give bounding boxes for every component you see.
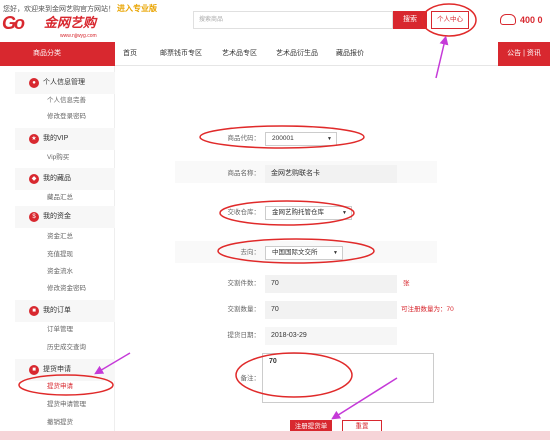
date-label: 提货日期： xyxy=(227,332,261,339)
destination-select[interactable]: 中国国际文交所 ▼ xyxy=(265,246,343,260)
destination-value: 中国国际文交所 xyxy=(272,249,318,256)
nav-art-derivatives[interactable]: 艺术品衍生品 xyxy=(276,42,318,66)
sidebar-group-profile[interactable]: ● 个人信息管理 xyxy=(15,72,115,94)
sidebar-item-order-management[interactable]: 订单管理 xyxy=(47,323,73,337)
footer-band xyxy=(0,431,550,440)
product-code-value: 200001 xyxy=(272,135,294,142)
form-row-product-name: 商品名称： 金网艺购联名卡 xyxy=(175,161,437,183)
logo-mark-icon: Go xyxy=(2,13,25,33)
nav-home[interactable]: 首页 xyxy=(123,42,137,66)
sidebar-group-collection[interactable]: ◆ 我的藏品 xyxy=(15,168,115,190)
pro-version-link[interactable]: 进入专业版 xyxy=(117,4,157,13)
piece-unit: 张 xyxy=(403,280,410,287)
quantity-input[interactable]: 70 xyxy=(265,301,397,319)
sidebar-item-delivery-apply[interactable]: 提货申请 xyxy=(47,380,73,394)
sidebar-item-delivery-cancel[interactable]: 撤销提货 xyxy=(47,416,73,430)
quantity-note: 可注册数量为：70 xyxy=(401,306,454,313)
announcements-news[interactable]: 公告 | 资讯 xyxy=(498,42,550,66)
user-icon: ● xyxy=(29,78,39,88)
order-icon: ■ xyxy=(29,306,39,316)
sidebar-item-change-login-password[interactable]: 修改登录密码 xyxy=(47,110,86,124)
form-row-date: 提货日期： 2018-03-29 xyxy=(175,327,437,345)
money-icon: $ xyxy=(29,212,39,222)
form-row-piece-count: 交割件数： 70 张 xyxy=(175,275,437,293)
sidebar-group-delivery[interactable]: ■ 提货申请 xyxy=(15,359,115,381)
search-input[interactable]: 搜索商品 xyxy=(193,11,393,29)
chevron-down-icon: ▼ xyxy=(333,250,338,256)
sidebar: ● 个人信息管理 个人信息完善 修改登录密码 ★ 我的VIP Vip购买 ◆ 我… xyxy=(15,66,115,440)
main-nav: 商品分类 首页 邮票钱币专区 艺术品专区 艺术品衍生品 藏品报价 公告 | 资讯 xyxy=(0,40,550,66)
sidebar-group-label: 我的VIP xyxy=(43,135,69,142)
delivery-icon: ■ xyxy=(29,365,39,375)
sidebar-item-funds-summary[interactable]: 资金汇总 xyxy=(47,230,73,244)
sidebar-item-collection-summary[interactable]: 藏品汇总 xyxy=(47,191,73,205)
nav-artwork[interactable]: 艺术品专区 xyxy=(222,42,257,66)
sidebar-item-vip-purchase[interactable]: Vip购买 xyxy=(47,151,69,165)
remark-textarea[interactable]: 70 xyxy=(262,353,434,403)
collection-icon: ◆ xyxy=(29,174,39,184)
form-row-quantity: 交割数量： 70 可注册数量为：70 xyxy=(175,301,454,319)
sidebar-item-order-history[interactable]: 历史成交查询 xyxy=(47,341,86,355)
warehouse-value: 金网艺购托管仓库 xyxy=(272,209,324,216)
hotline-number: 400 0 xyxy=(520,14,543,25)
sidebar-group-label: 个人信息管理 xyxy=(43,79,85,86)
vip-icon: ★ xyxy=(29,134,39,144)
chevron-down-icon: ▼ xyxy=(327,136,332,142)
logo[interactable]: Go 金网艺购 xyxy=(2,12,96,34)
hotline: 400 0 xyxy=(500,14,543,25)
sidebar-item-delivery-manage[interactable]: 提货申请管理 xyxy=(47,398,86,412)
remark-label: 备注： xyxy=(240,375,261,382)
user-center-button[interactable]: 个人中心 xyxy=(431,11,469,29)
sidebar-group-orders[interactable]: ■ 我的订单 xyxy=(15,300,115,322)
sidebar-group-label: 我的资金 xyxy=(43,213,71,220)
piece-count-input[interactable]: 70 xyxy=(265,275,397,293)
product-name-field: 金网艺购联名卡 xyxy=(265,165,397,183)
sidebar-item-change-funds-password[interactable]: 修改资金密码 xyxy=(47,282,86,296)
sidebar-item-profile-complete[interactable]: 个人信息完善 xyxy=(47,94,86,108)
warehouse-label: 交收仓库： xyxy=(227,209,261,216)
sidebar-item-funds-flow[interactable]: 资金流水 xyxy=(47,265,73,279)
sidebar-group-vip[interactable]: ★ 我的VIP xyxy=(15,128,115,150)
destination-label: 去向： xyxy=(240,249,261,256)
search-button[interactable]: 搜索 xyxy=(393,11,427,29)
warehouse-select[interactable]: 金网艺购托管仓库 ▼ xyxy=(265,206,352,220)
category-menu[interactable]: 商品分类 xyxy=(0,42,115,66)
nav-prices[interactable]: 藏品报价 xyxy=(336,42,364,66)
sidebar-group-label: 我的藏品 xyxy=(43,175,71,182)
chevron-down-icon: ▼ xyxy=(342,210,347,216)
sidebar-group-funds[interactable]: $ 我的资金 xyxy=(15,206,115,228)
product-name-label: 商品名称： xyxy=(227,170,261,177)
quantity-label: 交割数量： xyxy=(227,306,261,313)
logo-name: 金网艺购 xyxy=(44,15,97,30)
product-code-label: 商品代码： xyxy=(227,135,261,142)
date-field[interactable]: 2018-03-29 xyxy=(265,327,397,345)
form-row-destination: 去向： 中国国际文交所 ▼ xyxy=(175,241,437,263)
product-code-select[interactable]: 200001 ▼ xyxy=(265,132,337,146)
sidebar-item-deposit-withdraw[interactable]: 充值提现 xyxy=(47,248,73,262)
sidebar-group-label: 我的订单 xyxy=(43,307,71,314)
nav-stamps-coins[interactable]: 邮票钱币专区 xyxy=(160,42,202,66)
form-row-warehouse: 交收仓库： 金网艺购托管仓库 ▼ xyxy=(175,204,437,222)
sidebar-group-label: 提货申请 xyxy=(43,366,71,373)
logo-url: www.njjwyg.com xyxy=(60,33,97,39)
form-row-product-code: 商品代码： 200001 ▼ xyxy=(175,130,437,148)
top-bar: 您好，欢迎来到金网艺购官方网站！ 进入专业版 Go 金网艺购 www.njjwyg… xyxy=(0,0,550,40)
piece-count-label: 交割件数： xyxy=(227,280,261,287)
phone-icon xyxy=(500,14,516,25)
